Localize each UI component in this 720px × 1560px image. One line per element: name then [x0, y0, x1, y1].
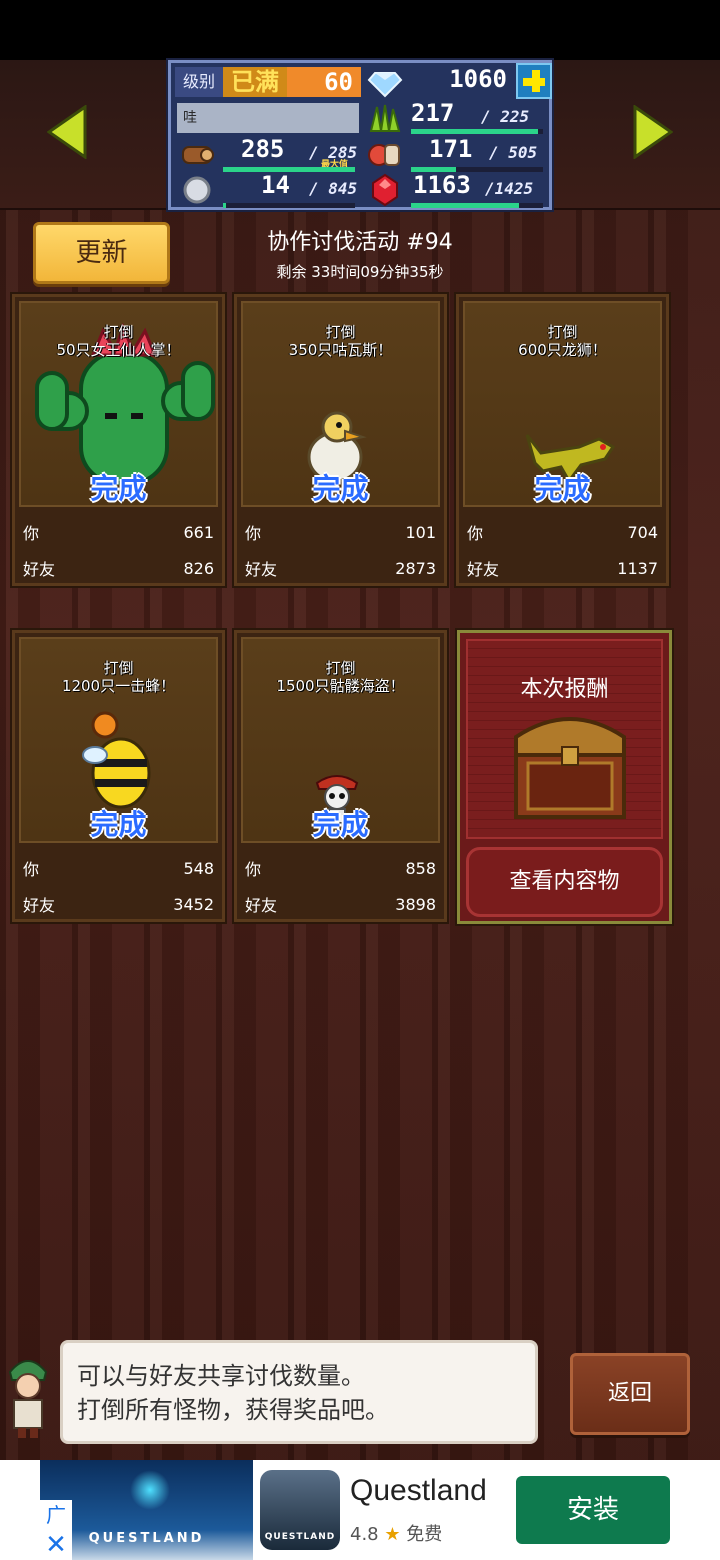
quest-target-line2: 50只女王仙人掌！: [56, 341, 181, 359]
complete-label: 完成: [90, 808, 147, 841]
back-button[interactable]: 返回: [570, 1353, 690, 1435]
quest-card-bee[interactable]: 打倒 1200只一击蜂！ 完成 你 548 好友 3452: [10, 628, 227, 924]
quest-target-line1: 打倒: [325, 323, 356, 341]
you-label: 你: [245, 524, 262, 543]
diamond-icon: [367, 65, 403, 99]
you-label: 你: [467, 524, 484, 543]
hint-dialog: 可以与好友共享讨伐数量。 打倒所有怪物，获得奖品吧。: [0, 1340, 545, 1450]
level-label: 级别: [175, 67, 223, 97]
install-button[interactable]: 安装: [516, 1476, 670, 1544]
friend-label: 好友: [245, 896, 278, 915]
grass-value: 217: [411, 99, 455, 127]
system-status-bar: [0, 0, 720, 60]
ore-value: 14: [261, 171, 290, 199]
prev-page-arrow-icon[interactable]: [46, 104, 87, 160]
grass-bar: [411, 129, 543, 134]
food-value: 171: [429, 135, 473, 163]
ruby-value: 1163: [413, 171, 471, 199]
friend-count: 3898: [395, 894, 436, 914]
food-icon: [367, 137, 403, 171]
ruby-icon: [367, 173, 403, 207]
star-icon: ★: [384, 1524, 401, 1545]
quest-target-line2: 600只龙狮！: [518, 341, 607, 359]
hint-line-1: 可以与好友共享讨伐数量。: [77, 1362, 365, 1390]
hint-line-2: 打倒所有怪物，获得奖品吧。: [77, 1396, 389, 1424]
wood-icon: [179, 137, 215, 171]
you-label: 你: [23, 860, 40, 879]
player-name: 哇: [177, 103, 359, 133]
grass-max: / 225: [481, 107, 530, 126]
add-gems-button[interactable]: [516, 63, 552, 99]
ad-glow: [130, 1470, 170, 1510]
quest-target-line1: 打倒: [325, 659, 356, 677]
quest-card-cactus[interactable]: 打倒 50只女王仙人掌！ 完成 你 661 好友 826: [10, 292, 227, 588]
ore-bar: [223, 203, 355, 208]
ad-price: 免费: [406, 1524, 443, 1545]
status-panel: 级别 已满 60 哇 1060 217 / 225 285 / 285 最大值 …: [166, 58, 554, 212]
you-count: 704: [627, 522, 658, 542]
friend-count: 1137: [617, 558, 658, 578]
ad-rating-value: 4.8: [350, 1524, 379, 1545]
quest-card-skeleton-pirate[interactable]: 打倒 1500只骷髅海盗！ 完成 你 858 好友 3898: [232, 628, 449, 924]
complete-label: 完成: [534, 472, 591, 505]
level-value: 60: [287, 67, 361, 97]
ad-rating: 4.8 ★ 免费: [350, 1520, 442, 1546]
ad-app-icon[interactable]: QUESTLAND: [260, 1470, 340, 1550]
friend-count: 2873: [395, 558, 436, 578]
quest-target-line1: 打倒: [103, 323, 134, 341]
next-page-arrow-icon[interactable]: [633, 104, 674, 160]
ad-banner[interactable]: QUESTLAND 广告 ✕ QUESTLAND Questland 4.8 ★…: [0, 1460, 720, 1560]
you-count: 101: [405, 522, 436, 542]
food-max: / 505: [489, 143, 538, 162]
complete-label: 完成: [312, 472, 369, 505]
grass-icon: [367, 101, 403, 135]
complete-label: 完成: [312, 808, 369, 841]
hint-bubble: 可以与好友共享讨伐数量。 打倒所有怪物，获得奖品吧。: [60, 1340, 538, 1444]
you-count: 858: [405, 858, 436, 878]
friend-label: 好友: [23, 560, 56, 579]
complete-label: 完成: [90, 472, 147, 505]
reward-card: 本次报酬 查看内容物: [455, 628, 674, 926]
quest-card-dragon-lion[interactable]: 打倒 600只龙狮！ 完成 你 704 好友 1137: [454, 292, 671, 588]
ad-app-icon-text: QUESTLAND: [264, 1532, 336, 1542]
friend-count: 826: [183, 558, 214, 578]
quest-target-line1: 打倒: [103, 659, 134, 677]
reward-panel: 本次报酬: [466, 639, 663, 839]
ruby-max: /1425: [485, 179, 534, 198]
npc-character-icon: [8, 1360, 48, 1438]
you-count: 661: [183, 522, 214, 542]
friend-label: 好友: [467, 560, 500, 579]
quest-target-line2: 1200只一击蜂！: [61, 677, 176, 695]
quest-target-line1: 打倒: [547, 323, 578, 341]
treasure-chest-icon: [514, 717, 626, 819]
quest-card-bird[interactable]: 打倒 350只咕瓦斯！ 完成 你 101 好友 2873: [232, 292, 449, 588]
refresh-button[interactable]: 更新: [33, 222, 170, 284]
quest-target-line2: 1500只骷髅海盗！: [276, 677, 405, 695]
quest-target-line2: 350只咕瓦斯！: [288, 341, 393, 359]
level-max-badge: 已满: [223, 67, 287, 97]
ad-close-icon[interactable]: ✕: [40, 1530, 72, 1560]
you-count: 548: [183, 858, 214, 878]
friend-count: 3452: [173, 894, 214, 914]
view-contents-button[interactable]: 查看内容物: [466, 847, 663, 917]
friend-label: 好友: [23, 896, 56, 915]
you-label: 你: [23, 524, 40, 543]
ad-label: 广告: [40, 1500, 72, 1557]
ad-app-name[interactable]: Questland: [350, 1474, 487, 1508]
you-label: 你: [245, 860, 262, 879]
ore-icon: [179, 173, 215, 207]
ruby-bar: [411, 203, 543, 208]
ore-max: / 845: [309, 179, 358, 198]
friend-label: 好友: [245, 560, 278, 579]
event-remaining-time: 剩余 33时间09分钟35秒: [276, 263, 444, 281]
wood-value: 285: [241, 135, 285, 163]
gem-count: 1060: [449, 65, 507, 93]
event-title: 协作讨伐活动 #94: [267, 230, 453, 255]
